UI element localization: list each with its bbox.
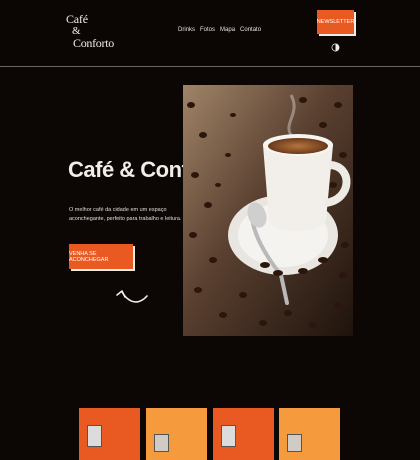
cta-button[interactable]: VENHA SE ACONCHEGAR [69,244,133,269]
site-header: Café & Conforto Drinks Fotos Mapa Contat… [0,0,420,67]
newsletter-button[interactable]: NEWSLETTER [317,10,354,34]
drink-card-3[interactable] [213,408,274,460]
drink-card-4[interactable] [279,408,340,460]
logo-line-1: Café [66,12,88,26]
hero-coffee-photo [183,85,353,336]
half-moon-icon[interactable] [331,43,340,52]
nav-item-contato[interactable]: Contato [240,27,261,33]
drink-photo-icon [87,425,102,447]
nav-item-fotos[interactable]: Fotos [200,27,215,33]
logo[interactable]: Café & Conforto [66,13,126,55]
drink-photo-icon [154,434,169,452]
nav-item-mapa[interactable]: Mapa [220,27,235,33]
nav-item-drinks[interactable]: Drinks [178,27,195,33]
drink-photo-icon [221,425,236,447]
hero-description: O melhor café da cidade em um espaço aco… [69,207,182,222]
logo-line-2: Conforto [73,36,114,50]
drink-card-1[interactable] [79,408,140,460]
curved-arrow-icon [116,290,148,303]
drink-card-2[interactable] [146,408,207,460]
drink-photo-icon [287,434,302,452]
main-nav: Drinks Fotos Mapa Contato [178,27,261,33]
